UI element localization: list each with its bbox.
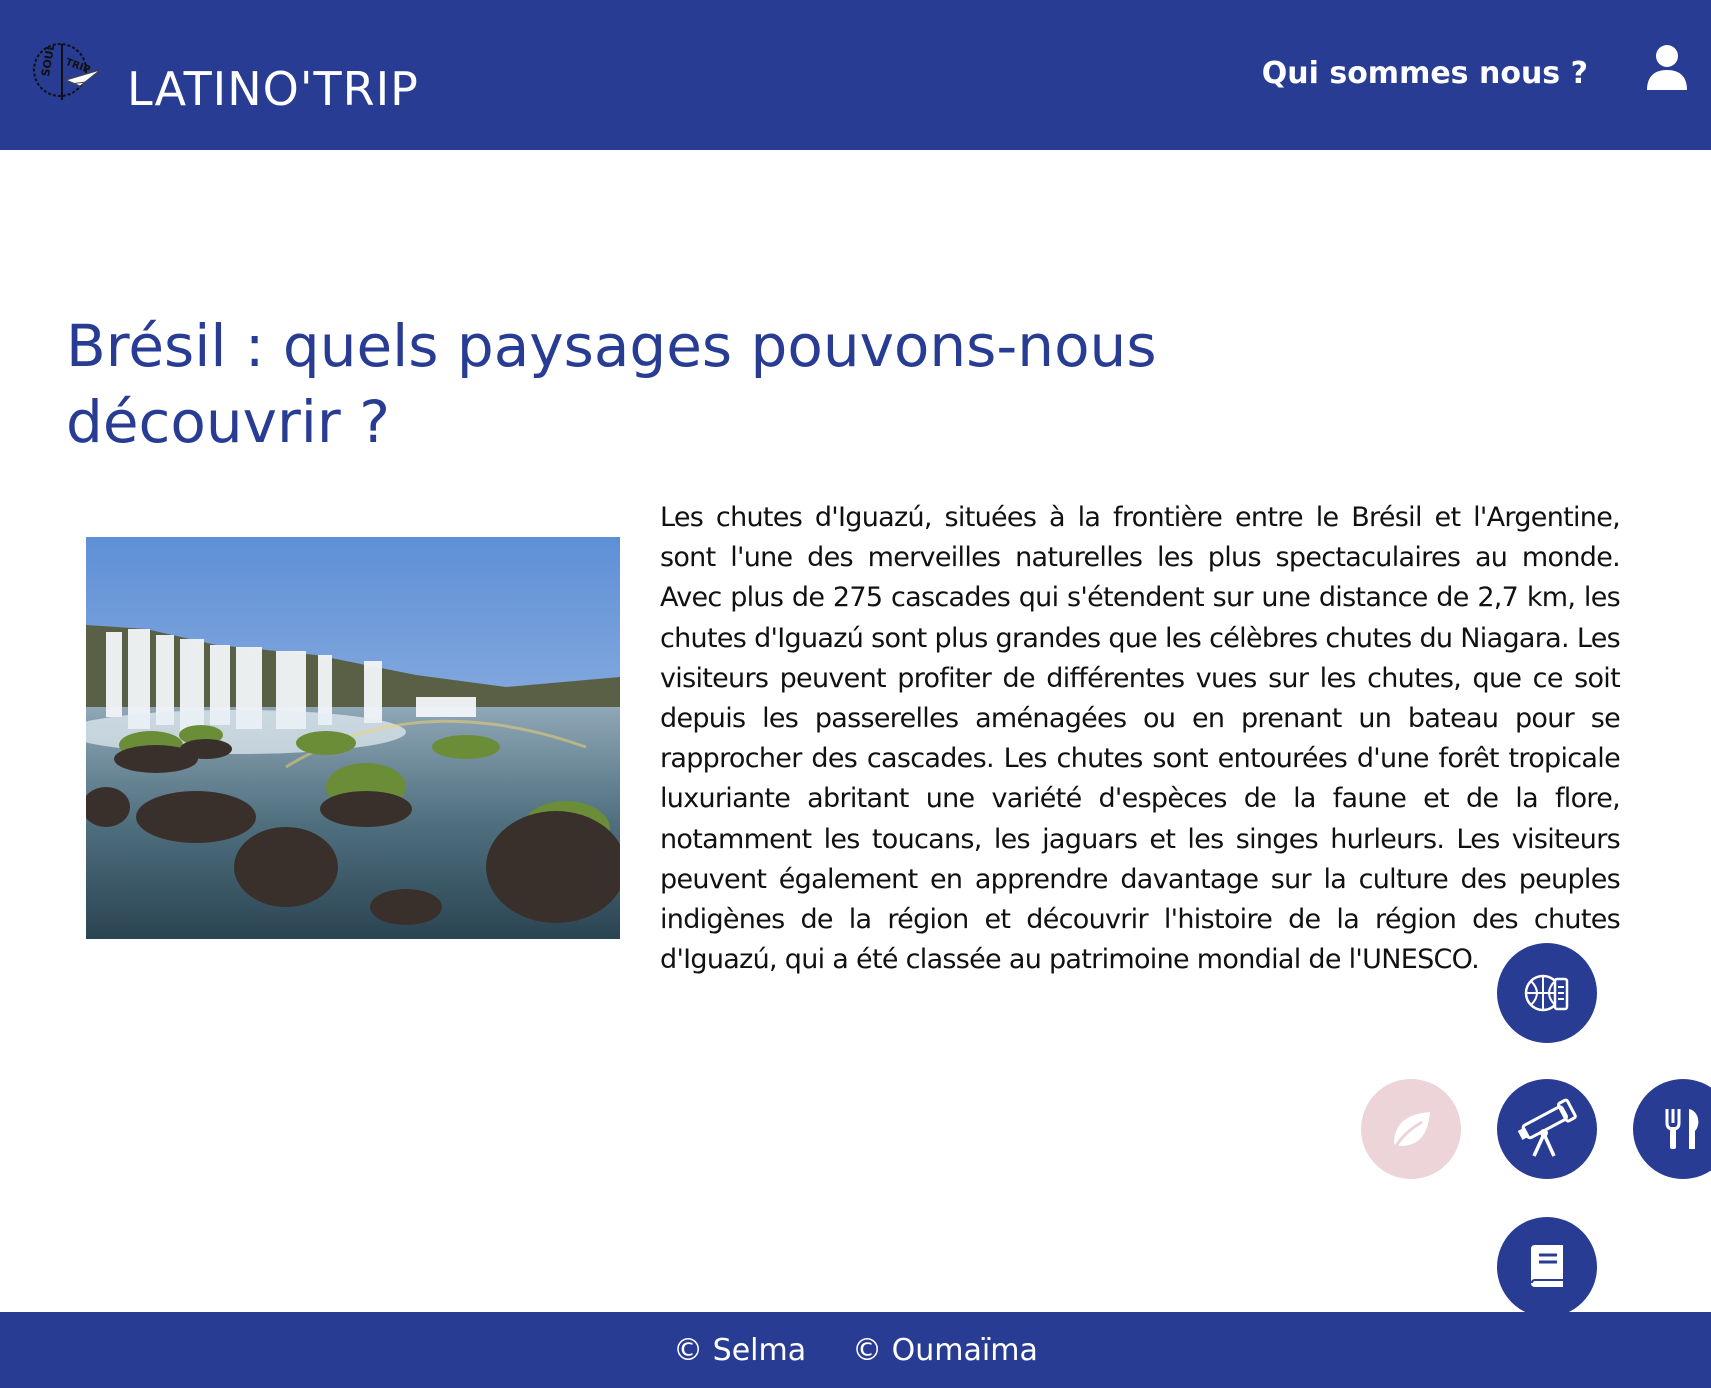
nature-button[interactable] (1361, 1079, 1461, 1179)
credit-selma: © Selma (673, 1332, 807, 1368)
about-us-link[interactable]: Qui sommes nous ? (1262, 56, 1588, 91)
sport-and-drink-icon (1524, 974, 1569, 1012)
leaf-icon (1394, 1112, 1430, 1147)
iguazu-falls-photo (86, 537, 620, 939)
book-icon (1531, 1245, 1563, 1287)
site-title[interactable]: LATINO'TRIP (127, 62, 419, 116)
user-icon[interactable] (1646, 44, 1688, 90)
credit-oumaima: © Oumaïma (852, 1332, 1038, 1368)
sightseeing-button[interactable] (1497, 1079, 1597, 1179)
fork-and-knife-icon (1665, 1109, 1699, 1149)
top-bar: SOUL TRIP LATINO'TRIP Qui sommes nous ? (0, 0, 1711, 150)
page-title: Brésil : quels paysages pouvons-nous déc… (66, 312, 1157, 456)
footer: © Selma © Oumaïma (0, 1312, 1711, 1388)
reading-button[interactable] (1497, 1217, 1597, 1317)
telescope-icon (1517, 1098, 1577, 1157)
restaurants-button[interactable] (1633, 1079, 1711, 1179)
soul-trip-logo[interactable]: SOUL TRIP (30, 40, 102, 106)
svg-text:SOUL: SOUL (39, 43, 58, 78)
svg-text:TRIP: TRIP (64, 57, 92, 76)
article-body: Les chutes d'Iguazú, situées à la fronti… (660, 502, 1621, 976)
sport-and-drink-button[interactable] (1497, 943, 1597, 1043)
